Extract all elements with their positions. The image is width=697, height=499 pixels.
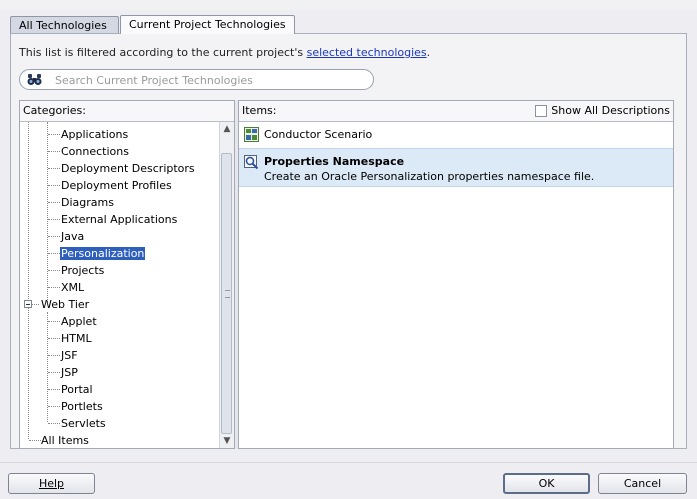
tree-item-connections[interactable]: Connections (60, 143, 130, 160)
item-description: Create an Oracle Personalization propert… (264, 170, 595, 183)
tree-item-label: Applications (61, 128, 129, 141)
tree-item-jsf[interactable]: JSF (60, 347, 79, 364)
tree-branch (48, 253, 60, 254)
items-pane: Items: Show All Descriptions Conductor S… (238, 100, 674, 449)
scroll-down-icon[interactable]: ▼ (220, 434, 234, 448)
help-button-label: Help (38, 477, 65, 490)
tree-item-label: Connections (61, 145, 129, 158)
tree-item-java[interactable]: Java (60, 228, 85, 245)
tree-item-applications[interactable]: Applications (60, 126, 129, 143)
button-bar-divider (0, 462, 697, 463)
categories-scrollbar[interactable]: ▲ ▼ (219, 122, 234, 448)
tree-item-diagrams[interactable]: Diagrams (60, 194, 115, 211)
show-all-descriptions[interactable]: Show All Descriptions (535, 104, 670, 118)
items-header-label: Items: (242, 104, 277, 117)
tree-item-label: External Applications (61, 213, 178, 226)
cancel-button-label: Cancel (623, 477, 662, 490)
item-conductor-scenario[interactable]: Conductor Scenario (239, 123, 673, 145)
tree-branch (48, 151, 60, 152)
tree-branch (48, 423, 60, 424)
tree-item-external-applications[interactable]: External Applications (60, 211, 178, 228)
tree-guide (28, 122, 29, 439)
categories-header: Categories: (20, 101, 234, 122)
tree-item-jsp[interactable]: JSP (60, 364, 79, 381)
tree-branch (32, 304, 39, 305)
collapse-web-tier-icon[interactable] (24, 300, 32, 308)
tree-item-all-items[interactable]: All Items (40, 432, 90, 449)
tree-item-label: JSP (61, 366, 78, 379)
tree-branch (48, 134, 60, 135)
conductor-scenario-icon (244, 127, 259, 142)
tree-branch (48, 270, 60, 271)
selected-technologies-link[interactable]: selected technologies (307, 46, 427, 59)
cancel-button[interactable]: Cancel (598, 473, 687, 494)
tree-item-label: XML (61, 281, 85, 294)
tree-branch (48, 372, 60, 373)
tree-branch (48, 202, 60, 203)
top-strip (0, 0, 697, 10)
tab-all-technologies[interactable]: All Technologies (10, 16, 119, 33)
tab-current-project-technologies[interactable]: Current Project Technologies (120, 15, 295, 34)
tree-branch (48, 406, 60, 407)
filter-suffix: . (426, 46, 431, 59)
tree-item-portal[interactable]: Portal (60, 381, 94, 398)
tree-item-label: Web Tier (41, 298, 90, 311)
filter-description: This list is filtered according to the c… (19, 46, 430, 59)
binoculars-icon (27, 73, 42, 86)
tree-item-label: Personalization (60, 247, 146, 260)
tree-item-label: Projects (61, 264, 105, 277)
tree-item-personalization[interactable]: Personalization (60, 245, 146, 262)
categories-header-label: Categories: (23, 104, 86, 117)
tree-item-deployment-profiles[interactable]: Deployment Profiles (60, 177, 173, 194)
tree-branch (48, 389, 60, 390)
item-name: Properties Namespace (264, 155, 405, 168)
tree-branch (48, 185, 60, 186)
search-field[interactable] (19, 69, 374, 90)
tree-item-html[interactable]: HTML (60, 330, 93, 347)
tree-branch (48, 236, 60, 237)
tree-item-deployment-descriptors[interactable]: Deployment Descriptors (60, 160, 196, 177)
tree-item-label: All Items (41, 434, 89, 447)
tree-branch (48, 355, 60, 356)
categories-tree: Applications Connections Deployment Desc… (20, 122, 234, 449)
scroll-up-icon[interactable]: ▲ (220, 122, 234, 136)
tree-item-label: Deployment Profiles (61, 179, 172, 192)
tree-item-label: Applet (61, 315, 97, 328)
tree-item-label: Servlets (61, 417, 106, 430)
tree-item-servlets[interactable]: Servlets (60, 415, 107, 432)
tree-item-applet[interactable]: Applet (60, 313, 98, 330)
tree-guide (47, 122, 48, 302)
show-all-descriptions-label: Show All Descriptions (551, 104, 670, 117)
tree-item-label: Diagrams (61, 196, 114, 209)
filter-prefix: This list is filtered according to the c… (19, 46, 307, 59)
search-input[interactable] (53, 72, 367, 89)
ok-button-label: OK (538, 477, 555, 490)
tree-item-portlets[interactable]: Portlets (60, 398, 104, 415)
tree-branch (48, 321, 60, 322)
item-properties-namespace[interactable]: Properties Namespace Create an Oracle Pe… (239, 148, 673, 187)
tree-item-label: JSF (61, 349, 78, 362)
tree-item-label: Portal (61, 383, 93, 396)
tree-item-label: Deployment Descriptors (61, 162, 195, 175)
show-all-descriptions-checkbox[interactable] (535, 105, 548, 117)
tree-item-label: Java (61, 230, 85, 243)
help-button[interactable]: Help (8, 473, 95, 494)
tree-item-xml[interactable]: XML (60, 279, 85, 296)
tree-item-web-tier[interactable]: Web Tier (40, 296, 90, 313)
properties-namespace-icon (244, 155, 259, 170)
categories-pane: Categories: Applications Connections Dep… (19, 100, 235, 449)
tree-branch (48, 338, 60, 339)
tree-branch (48, 287, 60, 288)
grip-icon (225, 290, 230, 298)
tree-item-label: Portlets (61, 400, 103, 413)
item-name: Conductor Scenario (264, 128, 373, 141)
scrollbar-thumb[interactable] (221, 153, 232, 434)
ok-button[interactable]: OK (503, 473, 590, 494)
tree-branch (48, 219, 60, 220)
tree-branch (48, 168, 60, 169)
tree-item-projects[interactable]: Projects (60, 262, 105, 279)
tree-item-label: HTML (61, 332, 92, 345)
